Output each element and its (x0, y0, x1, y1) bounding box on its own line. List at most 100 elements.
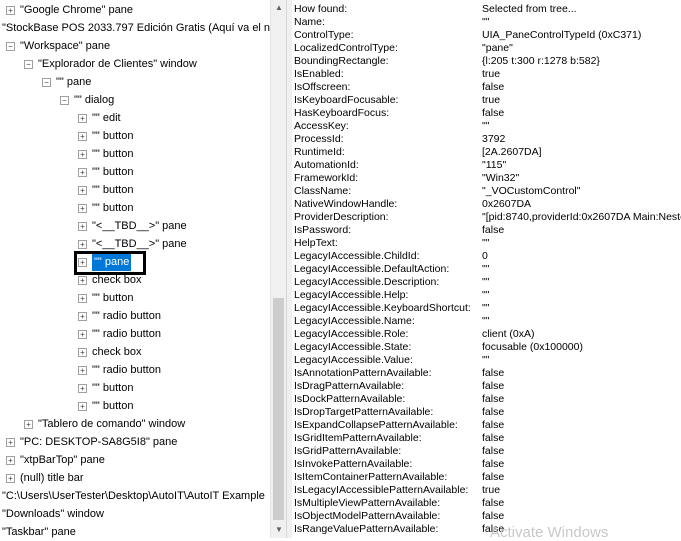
expand-icon[interactable]: + (78, 294, 87, 303)
property-name: IsLegacyIAccessiblePatternAvailable: (294, 484, 469, 496)
tree-item[interactable]: − "Explorador de Clientes" window (0, 55, 270, 73)
tree-item[interactable]: + "" button (0, 145, 270, 163)
property-value: {l:205 t:300 r:1278 b:582} (482, 55, 600, 67)
property-row: LegacyIAccessible.DefaultAction: "" (294, 263, 679, 276)
collapse-icon[interactable]: − (24, 60, 33, 69)
tree-item-label: "C:\Users\UserTester\Desktop\AutoIT\Auto… (2, 490, 265, 502)
expand-icon[interactable]: + (78, 222, 87, 231)
expand-icon[interactable]: + (78, 366, 87, 375)
tree-item[interactable]: "StockBase POS 2033.797 Edición Gratis (… (0, 19, 270, 37)
collapse-icon[interactable]: − (6, 42, 15, 51)
tree-item[interactable]: + "PC: DESKTOP-SA8G5I8" pane (0, 433, 270, 451)
property-row: AccessKey: "" (294, 120, 679, 133)
property-row: IsOffscreen: false (294, 81, 679, 94)
property-row: IsDockPatternAvailable: false (294, 393, 679, 406)
tree-item[interactable]: + "" radio button (0, 325, 270, 343)
expand-icon[interactable]: + (78, 186, 87, 195)
property-row: IsEnabled: true (294, 68, 679, 81)
expand-icon[interactable]: + (78, 348, 87, 357)
tree-item[interactable]: + "" radio button (0, 307, 270, 325)
scroll-up-icon[interactable]: ▲ (271, 0, 287, 16)
property-row: IsLegacyIAccessiblePatternAvailable: true (294, 484, 679, 497)
tree-item-label: "" radio button (92, 328, 161, 340)
property-name: LegacyIAccessible.Description: (294, 276, 440, 288)
expand-icon[interactable]: + (78, 384, 87, 393)
property-value: "" (482, 263, 490, 275)
property-value: "Win32" (482, 172, 520, 184)
property-value: false (482, 497, 505, 509)
property-row: IsDropTargetPatternAvailable: false (294, 406, 679, 419)
scroll-thumb[interactable] (273, 298, 284, 520)
property-value: UIA_PaneControlTypeId (0xC371) (482, 29, 642, 41)
tree-item[interactable]: + "" button (0, 379, 270, 397)
tree-item[interactable]: + "" button (0, 289, 270, 307)
property-value: "" (482, 237, 490, 249)
scroll-down-icon[interactable]: ▼ (271, 522, 287, 538)
tree-item-label: "" radio button (92, 310, 161, 322)
expand-icon[interactable]: + (78, 276, 87, 285)
property-name: LegacyIAccessible.ChildId: (294, 250, 420, 262)
tree-item[interactable]: + "" button (0, 163, 270, 181)
tree-item[interactable]: "C:\Users\UserTester\Desktop\AutoIT\Auto… (0, 487, 270, 505)
expand-icon[interactable]: + (78, 240, 87, 249)
expand-icon[interactable]: + (78, 330, 87, 339)
property-value: false (482, 367, 505, 379)
tree-item[interactable]: − "" dialog (0, 91, 270, 109)
property-name: IsInvokePatternAvailable: (294, 458, 413, 470)
tree-item[interactable]: + "xtpBarTop" pane (0, 451, 270, 469)
expand-icon[interactable]: + (6, 474, 15, 483)
collapse-icon[interactable]: − (60, 96, 69, 105)
expand-icon[interactable]: + (78, 168, 87, 177)
property-name: AutomationId: (294, 159, 359, 171)
property-value: [2A.2607DA] (482, 146, 542, 158)
property-row: AutomationId: "115" (294, 159, 679, 172)
tree-item[interactable]: + "Tablero de comando" window (0, 415, 270, 433)
tree-item-label: "PC: DESKTOP-SA8G5I8" pane (20, 436, 178, 448)
tree-item-label: "" button (92, 166, 134, 178)
tree-item[interactable]: "Taskbar" pane (0, 523, 270, 538)
expand-icon[interactable]: + (6, 438, 15, 447)
property-row: BoundingRectangle: {l:205 t:300 r:1278 b:… (294, 55, 679, 68)
expand-icon[interactable]: + (78, 150, 87, 159)
property-name: ControlType: (294, 29, 354, 41)
property-name: LegacyIAccessible.Help: (294, 289, 409, 301)
tree-item[interactable]: + check box (0, 343, 270, 361)
expand-icon[interactable]: + (24, 420, 33, 429)
expand-icon[interactable]: + (78, 114, 87, 123)
expand-icon[interactable]: + (78, 312, 87, 321)
property-value: false (482, 445, 505, 457)
property-value: "" (482, 315, 490, 327)
expand-icon[interactable]: + (78, 402, 87, 411)
tree-item[interactable]: + (null) title bar (0, 469, 270, 487)
expand-icon[interactable]: + (6, 456, 15, 465)
expand-icon[interactable]: + (78, 204, 87, 213)
property-row: IsKeyboardFocusable: true (294, 94, 679, 107)
property-name: ClassName: (294, 185, 352, 197)
property-value: "_VOCustomControl" (482, 185, 581, 197)
tree-item[interactable]: + "" edit (0, 109, 270, 127)
tree-item[interactable]: + "" radio button (0, 361, 270, 379)
expand-icon[interactable]: + (78, 132, 87, 141)
property-row: HasKeyboardFocus: false (294, 107, 679, 120)
property-name: IsExpandCollapsePatternAvailable: (294, 419, 458, 431)
tree-item[interactable]: + "" button (0, 127, 270, 145)
tree-item-label: "Downloads" window (2, 508, 104, 520)
property-row: ProcessId: 3792 (294, 133, 679, 146)
property-name: How found: (294, 3, 348, 15)
property-value: "115" (482, 159, 507, 171)
property-row: Name: "" (294, 16, 679, 29)
property-row: IsGridItemPatternAvailable: false (294, 432, 679, 445)
expand-icon[interactable]: + (6, 6, 15, 15)
tree-item[interactable]: + "" button (0, 397, 270, 415)
tree-item[interactable]: + "Google Chrome" pane (0, 1, 270, 19)
tree-item[interactable]: − "Workspace" pane (0, 37, 270, 55)
tree-item[interactable]: − "" pane (0, 73, 270, 91)
tree-item[interactable]: "Downloads" window (0, 505, 270, 523)
tree-item[interactable]: + "" button (0, 199, 270, 217)
collapse-icon[interactable]: − (42, 78, 51, 87)
tree-vertical-scrollbar[interactable]: ▲ ▼ (270, 0, 287, 538)
tree-item[interactable]: + "" button (0, 181, 270, 199)
tree-item[interactable]: + "<__TBD__>" pane (0, 217, 270, 235)
property-name: LegacyIAccessible.DefaultAction: (294, 263, 450, 275)
tree-item-label: "xtpBarTop" pane (20, 454, 105, 466)
